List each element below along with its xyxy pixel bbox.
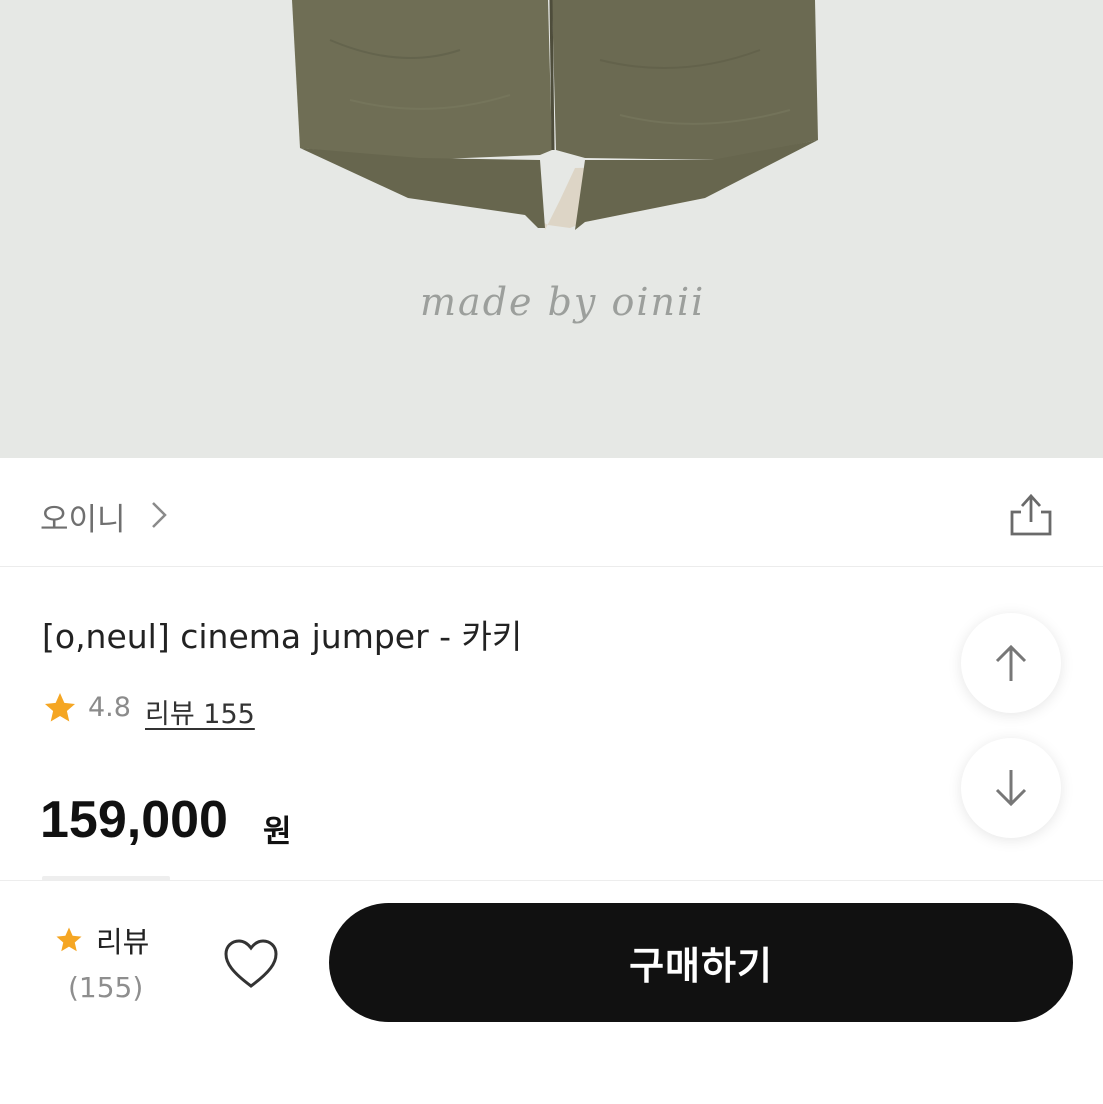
scroll-up-button[interactable]	[961, 613, 1061, 713]
review-link[interactable]: 리뷰 155	[145, 692, 255, 731]
brand-watermark: made by oinii	[420, 280, 706, 324]
scroll-down-button[interactable]	[961, 738, 1061, 838]
heart-icon[interactable]	[222, 936, 280, 994]
product-title: [o,neul] cinema jumper - 카키	[42, 617, 523, 656]
product-image[interactable]: made by oinii	[0, 0, 1103, 458]
price: 159,000	[40, 791, 228, 849]
jacket-illustration	[292, 0, 818, 230]
bottom-action-bar: 리뷰 (155) 구매하기	[0, 880, 1103, 1104]
share-icon[interactable]	[1004, 488, 1058, 542]
chevron-right-icon[interactable]	[148, 498, 170, 532]
buy-button[interactable]: 구매하기	[329, 903, 1073, 1022]
star-icon	[56, 927, 82, 952]
arrow-down-icon	[995, 770, 1027, 807]
brand-name-link[interactable]: 오이니	[40, 494, 126, 539]
arrow-up-icon	[995, 644, 1027, 681]
brand-row: 오이니	[0, 458, 1103, 567]
currency-unit: 원	[263, 814, 292, 850]
star-icon	[45, 693, 75, 722]
review-count[interactable]: (155)	[68, 971, 143, 1004]
rating-value: 4.8	[88, 692, 131, 723]
review-label[interactable]: 리뷰	[96, 919, 149, 961]
